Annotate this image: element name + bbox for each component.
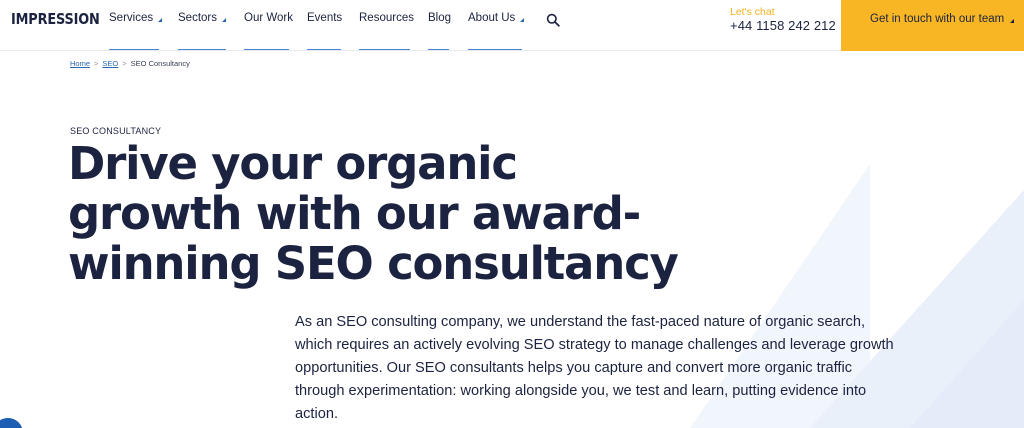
nav-underline	[244, 49, 289, 50]
nav-our-work-label: Our Work	[244, 12, 293, 24]
hero-intro: As an SEO consulting company, we underst…	[295, 314, 894, 422]
chat-label: Let's chat	[730, 6, 775, 18]
nav-blog-label: Blog	[428, 12, 452, 24]
breadcrumb-separator: >	[94, 59, 99, 68]
caret-icon	[158, 18, 163, 22]
contact-phone-block[interactable]: Let's chat +44 1158 242 212	[730, 6, 836, 34]
nav-underline	[109, 49, 159, 50]
caret-icon	[222, 18, 226, 22]
nav-events-label: Events	[307, 12, 343, 24]
nav-underline	[178, 49, 226, 50]
nav-underline	[307, 49, 341, 50]
search-icon[interactable]	[546, 13, 560, 27]
breadcrumb: Home > SEO > SEO Consultancy	[70, 59, 190, 68]
nav-underline	[428, 49, 449, 50]
headline-line: Drive your organic	[68, 137, 518, 190]
nav-services-label: Services	[109, 12, 154, 24]
main-nav: Services Sectors Our Work Events Resourc…	[109, 0, 538, 51]
logo[interactable]: IMPRESSION	[11, 10, 100, 28]
phone-number[interactable]: +44 1158 242 212	[730, 18, 836, 33]
nav-about-us[interactable]: About Us	[468, 0, 538, 51]
hero-eyebrow: SEO CONSULTANCY	[70, 126, 162, 136]
nav-resources-label: Resources	[359, 12, 414, 24]
nav-resources[interactable]: Resources	[359, 0, 428, 51]
nav-events[interactable]: Events	[307, 0, 359, 51]
caret-icon	[1010, 19, 1015, 23]
nav-sectors-label: Sectors	[178, 12, 217, 24]
headline-line: growth with our award-	[68, 187, 641, 240]
nav-underline	[468, 49, 522, 50]
nav-sectors[interactable]: Sectors	[178, 0, 244, 51]
breadcrumb-current: SEO Consultancy	[130, 59, 190, 68]
site-header: IMPRESSION Services Sectors Our Work Eve…	[0, 0, 1024, 51]
nav-services[interactable]: Services	[109, 0, 178, 51]
breadcrumb-separator: >	[122, 59, 127, 68]
headline-line: winning SEO consultancy	[68, 237, 679, 290]
nav-underline	[359, 49, 410, 50]
get-in-touch-label: Get in touch with our team	[870, 13, 1005, 25]
page-title: Drive your organic growth with our award…	[68, 139, 708, 289]
breadcrumb-home[interactable]: Home	[70, 59, 90, 68]
nav-about-us-label: About Us	[468, 12, 516, 24]
caret-icon	[520, 18, 525, 22]
get-in-touch-button[interactable]: Get in touch with our team	[841, 0, 1024, 51]
nav-blog[interactable]: Blog	[428, 0, 468, 51]
nav-our-work[interactable]: Our Work	[244, 0, 307, 51]
accessibility-icon[interactable]	[0, 418, 23, 428]
breadcrumb-seo[interactable]: SEO	[102, 59, 118, 68]
